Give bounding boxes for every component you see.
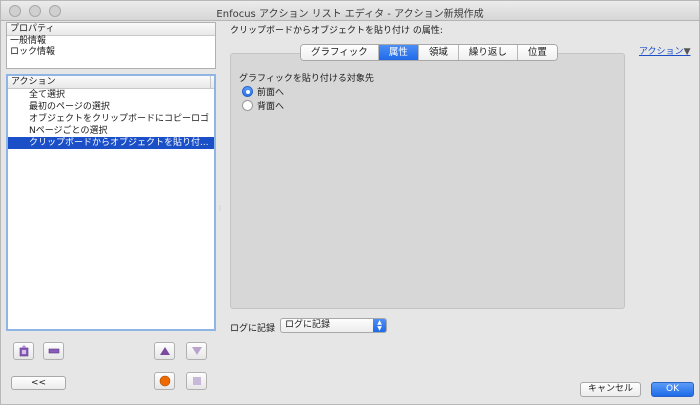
properties-panel: プロパティ 一般情報 ロック情報 xyxy=(6,22,216,69)
log-label: ログに記録 xyxy=(230,324,276,334)
properties-header: プロパティ xyxy=(7,23,215,36)
action-menu-label: アクション xyxy=(639,47,684,57)
actions-header-label: アクション xyxy=(11,77,56,87)
record-button[interactable] xyxy=(154,372,175,390)
action-item-select-first-page[interactable]: 最初のページの選択 xyxy=(8,101,214,113)
stop-icon xyxy=(192,377,201,385)
tab-region[interactable]: 領域 xyxy=(418,45,459,60)
remove-action-button[interactable] xyxy=(43,342,64,360)
move-up-button[interactable] xyxy=(154,342,175,360)
stop-button[interactable] xyxy=(186,372,207,390)
action-list-editor-window: Enfocus アクション リスト エディタ - アクション新規作成 プロパティ… xyxy=(0,0,700,405)
radio-front-row[interactable]: 前面へ xyxy=(242,85,284,98)
radio-front-label: 前面へ xyxy=(257,88,285,98)
action-item-select-every-n-pages[interactable]: Nページごとの選択 xyxy=(8,125,214,137)
tab-graphic[interactable]: グラフィック xyxy=(301,45,379,60)
record-icon xyxy=(159,375,170,387)
move-down-button[interactable] xyxy=(186,342,207,360)
window-title: Enfocus アクション リスト エディタ - アクション新規作成 xyxy=(216,9,484,20)
log-select[interactable]: ログに記録 ▲ ▼ xyxy=(280,318,387,333)
radio-back[interactable] xyxy=(242,100,253,111)
radio-back-row[interactable]: 背面へ xyxy=(242,99,284,112)
actions-panel: アクション 全て選択 最初のページの選択 オブジェクトをクリップボードにコピーロ… xyxy=(6,74,216,331)
action-item-select-all[interactable]: 全て選択 xyxy=(8,89,214,101)
move-up-icon xyxy=(159,347,170,355)
splitter-handle[interactable]: ⋮ xyxy=(217,205,223,212)
paste-target-label: グラフィックを貼り付ける対象先 xyxy=(239,74,374,84)
attributes-group-box xyxy=(230,53,625,309)
ok-button[interactable]: OK xyxy=(651,382,694,397)
titlebar: Enfocus アクション リスト エディタ - アクション新規作成 xyxy=(1,1,699,21)
cancel-button[interactable]: キャンセル xyxy=(580,382,641,397)
log-select-value: ログに記録 xyxy=(285,320,331,330)
column-separator xyxy=(210,76,211,88)
radio-back-label: 背面へ xyxy=(257,102,285,112)
move-down-icon xyxy=(191,347,202,355)
action-item-copy-to-clipboard[interactable]: オブジェクトをクリップボードにコピーロゴ xyxy=(8,113,214,125)
actions-header: アクション xyxy=(8,76,214,89)
chevron-down-icon: ▼ xyxy=(683,47,691,57)
remove-action-icon xyxy=(48,348,59,354)
tab-repeat[interactable]: 繰り返し xyxy=(458,45,518,60)
action-item-paste-from-clipboard[interactable]: クリップボードからオブジェクトを貼り付... xyxy=(8,137,214,149)
select-arrows-icon: ▲ ▼ xyxy=(373,319,386,332)
add-action-button[interactable] xyxy=(13,342,34,360)
action-menu-link[interactable]: アクション▼ xyxy=(639,44,690,57)
property-item-general[interactable]: 一般情報 xyxy=(7,36,215,47)
collapse-panel-button[interactable]: << xyxy=(11,376,66,390)
property-item-lock[interactable]: ロック情報 xyxy=(7,47,215,58)
attributes-label: クリップボードからオブジェクトを貼り付け の属性: xyxy=(230,26,443,36)
tab-attributes[interactable]: 属性 xyxy=(378,45,419,60)
radio-front[interactable] xyxy=(242,86,253,97)
tab-position[interactable]: 位置 xyxy=(517,45,557,60)
attribute-tabs: グラフィック 属性 領域 繰り返し 位置 xyxy=(300,44,558,61)
add-action-icon xyxy=(19,345,28,357)
